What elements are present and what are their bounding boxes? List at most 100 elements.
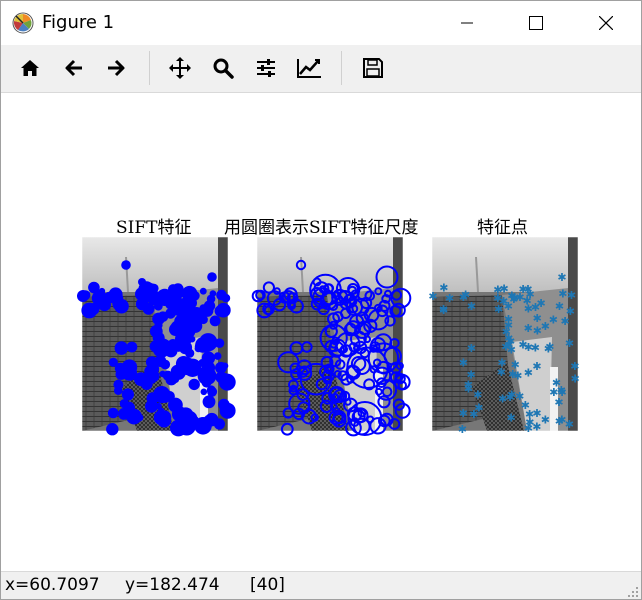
keypoint-dot (157, 311, 169, 322)
keypoint-dot (98, 298, 111, 312)
home-icon (21, 60, 39, 76)
keypoint-star: ✱ (565, 337, 574, 350)
keypoint-star: ✱ (545, 341, 554, 354)
keypoint-star: ✱ (494, 303, 503, 316)
title-bar[interactable]: Figure 1 (1, 1, 641, 45)
keypoint-dot (213, 352, 222, 360)
keypoint-dot (115, 385, 122, 392)
keypoint-star: ✱ (428, 290, 437, 303)
keypoint-star: ✱ (557, 384, 566, 397)
keypoint-star: ✱ (557, 271, 566, 284)
keypoint-star: ✱ (541, 320, 550, 333)
zoom-button[interactable] (206, 51, 240, 85)
keypoint-dot (88, 281, 100, 294)
keypoint-dot (206, 385, 216, 395)
arrow-right-icon (108, 59, 125, 77)
keypoint-dot (216, 289, 227, 301)
keypoint-star: ✱ (497, 366, 506, 379)
matplotlib-logo-icon (12, 12, 34, 34)
keypoint-dot (89, 305, 98, 315)
keypoint-dot (144, 364, 159, 379)
keypoint-star: ✱ (473, 389, 482, 402)
keypoint-star: ✱ (510, 291, 519, 304)
keypoint-star: ✱ (570, 360, 579, 373)
keypoint-dot (98, 287, 106, 295)
keypoint-dot (185, 348, 195, 358)
save-button[interactable] (356, 51, 390, 85)
toolbar-separator (149, 51, 150, 85)
keypoint-dot (138, 278, 146, 286)
status-bar: x=60.7097 y=182.474 [40] (1, 571, 641, 599)
keypoint-star: ✱ (459, 407, 468, 420)
keypoint-star: ✱ (565, 418, 574, 431)
keypoint-star: ✱ (439, 282, 448, 295)
panel-image-keypoints: ✱✱✱✱✱ ✱✱✱✱✱ ✱✱✱ ✱✱✱✱✱✱✱ ✱✱ ✱✱✱✱✱✱✱✱✱✱✱✱✱✱✱✱✱✱… (428, 236, 580, 436)
keypoint-dot (162, 370, 173, 381)
panel-image-sift (77, 236, 236, 437)
keypoint-dot (126, 341, 138, 353)
keypoint-dot (209, 290, 217, 297)
subplot-images: ✱✱✱✱✱ ✱✱✱✱✱ ✱✱✱ ✱✱✱✱✱✱✱ ✱✱ ✱✱✱✱✱✱✱✱✱✱✱✱✱✱✱✱✱✱… (77, 236, 580, 437)
keypoint-star: ✱ (467, 342, 476, 355)
keypoint-star: ✱ (549, 314, 558, 327)
keypoint-dot (195, 337, 211, 353)
keypoint-dot (121, 388, 134, 401)
close-button[interactable] (583, 1, 629, 45)
keypoint-dot (126, 408, 142, 425)
keypoint-star: ✱ (505, 391, 514, 404)
keypoint-star: ✱ (570, 373, 579, 386)
pan-button[interactable] (163, 51, 197, 85)
keypoint-dot (220, 372, 229, 381)
back-button[interactable] (57, 51, 91, 85)
home-button[interactable] (13, 51, 47, 85)
keypoint-star: ✱ (464, 383, 473, 396)
floppy-disk-icon (363, 58, 383, 78)
keypoint-star: ✱ (525, 416, 534, 429)
keypoint-dot (142, 302, 155, 315)
keypoint-dot (155, 402, 162, 410)
pixel-value-readout: [40] (250, 575, 285, 595)
figure-window: Figure 1 SIFT特征 用圆圈表示SIFT特征尺度 特征点 ✱ ✱ ✱ … (0, 0, 642, 600)
keypoint-dot (203, 300, 216, 312)
keypoint-dot (175, 417, 185, 427)
figure-canvas[interactable]: SIFT特征 用圆圈表示SIFT特征尺度 特征点 ✱ ✱ ✱ ✱ ✱ ✱ ✱ ✱… (1, 93, 641, 570)
keypoint-dot (202, 395, 216, 409)
keypoint-dot (121, 365, 138, 381)
arrow-left-icon (65, 59, 82, 77)
keypoint-star: ✱ (513, 370, 522, 383)
keypoint-star: ✱ (461, 288, 470, 301)
keypoint-dot (213, 418, 225, 430)
keypoint-dot (207, 272, 217, 282)
keypoint-dot (156, 288, 174, 306)
keypoint-dot (148, 283, 159, 294)
keypoint-star: ✱ (524, 341, 533, 354)
keypoint-star: ✱ (524, 322, 533, 335)
y-coordinate-readout: y=182.474 (125, 575, 220, 595)
sliders-icon (257, 59, 275, 77)
keypoint-star: ✱ (521, 399, 530, 412)
keypoint-star: ✱ (458, 423, 467, 436)
maximize-button[interactable] (513, 1, 559, 45)
minimize-button[interactable] (444, 1, 490, 45)
navigation-toolbar (1, 45, 641, 93)
keypoint-dot (156, 393, 164, 401)
x-coordinate-readout: x=60.7097 (5, 575, 100, 595)
keypoint-star: ✱ (506, 412, 515, 425)
keypoint-star: ✱ (511, 359, 520, 372)
keypoint-dot (156, 337, 165, 345)
resize-grip-icon[interactable] (627, 586, 639, 598)
subplots-button[interactable] (249, 51, 283, 85)
keypoint-star: ✱ (499, 282, 508, 295)
forward-button[interactable] (99, 51, 133, 85)
keypoint-dot (188, 378, 200, 391)
keypoint-star: ✱ (474, 402, 483, 415)
keypoint-star: ✱ (532, 360, 541, 373)
keypoint-star: ✱ (467, 300, 476, 313)
keypoint-dot (200, 388, 208, 396)
move-icon (169, 57, 191, 79)
keypoint-dot (149, 325, 163, 338)
edit-axes-button[interactable] (292, 51, 326, 85)
keypoint-dot (160, 359, 171, 370)
keypoint-dot (221, 362, 229, 370)
minimize-icon (461, 22, 473, 24)
